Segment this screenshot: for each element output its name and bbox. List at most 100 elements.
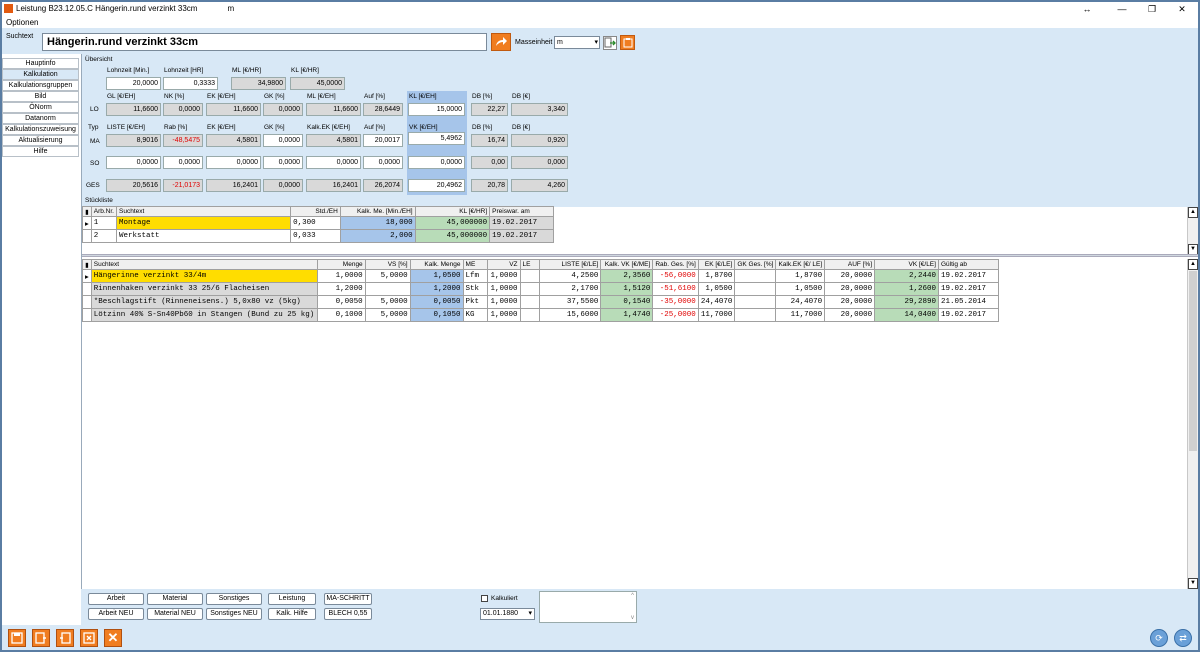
- cell: 19.02.2017: [937, 308, 1000, 322]
- cancel-icon[interactable]: ✕: [104, 629, 122, 647]
- ges-kalk-ek: 16,2401: [306, 179, 361, 192]
- ma-auf[interactable]: 20,0017: [363, 134, 403, 147]
- table-row[interactable]: Lötzinn 40% S-Sn40Pb60 in Stangen (Bund …: [82, 308, 1000, 322]
- cell[interactable]: 20,0000: [824, 269, 876, 283]
- scroll-thumb[interactable]: [1189, 271, 1197, 451]
- nav-item-aktualisierung[interactable]: Aktualisierung: [2, 135, 79, 146]
- save-icon[interactable]: [8, 629, 26, 647]
- ma-vk[interactable]: 5,4962: [408, 132, 465, 145]
- so-liste[interactable]: 0,0000: [106, 156, 161, 169]
- cell: -56,0000: [652, 269, 699, 283]
- ges-db-eur: 4,260: [511, 179, 568, 192]
- save-prev-icon[interactable]: [56, 629, 74, 647]
- cell[interactable]: 5,0000: [364, 308, 411, 322]
- lo-nk: 0,0000: [163, 103, 203, 116]
- close-button[interactable]: ✕: [1167, 2, 1197, 16]
- row-label-ges: GES: [86, 182, 100, 189]
- nav-item-kalkulation[interactable]: Kalkulation: [2, 69, 79, 80]
- lo-kl[interactable]: 15,0000: [408, 103, 465, 116]
- scroll-down-icon[interactable]: ▼: [1188, 578, 1198, 589]
- cell[interactable]: 0,300: [290, 216, 341, 230]
- cell[interactable]: 0,1000: [316, 308, 366, 322]
- cell[interactable]: [364, 282, 411, 296]
- cell[interactable]: Werkstatt: [115, 229, 292, 243]
- so-kalk-ek[interactable]: 0,0000: [306, 156, 361, 169]
- so-gk[interactable]: 0,0000: [263, 156, 303, 169]
- sync-icon[interactable]: ⇄: [1174, 629, 1192, 647]
- cell[interactable]: *Beschlagstift (Rinneneisens.) 5,0x80 vz…: [90, 295, 318, 309]
- sonstiges-button[interactable]: Sonstiges: [206, 593, 262, 605]
- ma-gk[interactable]: 0,0000: [263, 134, 303, 147]
- arbeit-button[interactable]: Arbeit: [88, 593, 144, 605]
- cell[interactable]: 1,2000: [316, 282, 366, 296]
- stueckliste-scrollbar[interactable]: ▲ ▼: [1187, 207, 1198, 256]
- cell[interactable]: Lötzinn 40% S-Sn40Pb60 in Stangen (Bund …: [90, 308, 318, 322]
- scroll-up-icon[interactable]: ▲: [1188, 259, 1198, 270]
- so-auf[interactable]: 0,0000: [363, 156, 403, 169]
- blech-button[interactable]: BLECH 0,55: [324, 608, 372, 620]
- cell: -51,6100: [652, 282, 699, 296]
- nav-item-bild[interactable]: Bild: [2, 91, 79, 102]
- sonstiges-neu-button[interactable]: Sonstiges NEU: [206, 608, 262, 620]
- arbeit-neu-button[interactable]: Arbeit NEU: [88, 608, 144, 620]
- leistung-button[interactable]: Leistung: [268, 593, 316, 605]
- so-ek[interactable]: 0,0000: [206, 156, 261, 169]
- save-next-icon[interactable]: [32, 629, 50, 647]
- menu-options[interactable]: Optionen: [6, 18, 38, 27]
- cell[interactable]: Hängerinne verzinkt 33/4m: [90, 269, 318, 283]
- nav-item-hauptinfo[interactable]: Hauptinfo: [2, 58, 79, 69]
- nav-item-hilfe[interactable]: Hilfe: [2, 146, 79, 157]
- so-rab[interactable]: 0,0000: [163, 156, 203, 169]
- app-icon: [4, 4, 13, 13]
- cell: 2,1700: [539, 282, 602, 296]
- col-rab-ges: Rab. Ges. [%]: [652, 259, 699, 270]
- cell[interactable]: 20,0000: [824, 295, 876, 309]
- material-button[interactable]: Material: [147, 593, 203, 605]
- cell[interactable]: 1,0000: [316, 269, 366, 283]
- cell[interactable]: Rinnenhaken verzinkt 33 25/6 Flacheisen: [90, 282, 318, 296]
- row-pointer-icon: ▸: [82, 269, 92, 283]
- nav-item-datanorm[interactable]: Datanorm: [2, 113, 79, 124]
- nav-item-kalkulationszuweisung[interactable]: Kalkulationszuweisung: [2, 124, 79, 135]
- field-lohnzeit-hr[interactable]: 0,3333: [163, 77, 218, 90]
- cell: 15,6000: [539, 308, 602, 322]
- date-value: 01.01.1880: [483, 610, 519, 617]
- cell[interactable]: 0,033: [290, 229, 341, 243]
- maximize-button[interactable]: ❐: [1137, 2, 1167, 16]
- search-input[interactable]: Hängerin.rund verzinkt 33cm: [42, 33, 487, 51]
- go-arrow-button[interactable]: [491, 33, 511, 51]
- material-neu-button[interactable]: Material NEU: [147, 608, 203, 620]
- export-icon[interactable]: [603, 36, 617, 50]
- ma-schritt-button[interactable]: MA-SCHRITT: [324, 593, 372, 605]
- table-row[interactable]: *Beschlagstift (Rinneneisens.) 5,0x80 vz…: [82, 295, 1000, 309]
- ges-vk[interactable]: 20,4962: [408, 179, 465, 192]
- nav-item-oenorm[interactable]: ÖNorm: [2, 102, 79, 113]
- notes-textarea[interactable]: ^ v: [539, 591, 637, 623]
- table-row[interactable]: ▸ Hängerinne verzinkt 33/4m 1,0000 5,000…: [82, 269, 1000, 283]
- table-row[interactable]: 2 Werkstatt 0,033 2,000 45,000000 19.02.…: [82, 229, 554, 243]
- kalkuliert-checkbox[interactable]: [481, 595, 488, 602]
- date-select[interactable]: 01.01.1880 ▾: [480, 608, 535, 620]
- clipboard-icon[interactable]: [620, 35, 635, 50]
- pin-icon[interactable]: ↔: [1072, 2, 1102, 16]
- save-close-icon[interactable]: [80, 629, 98, 647]
- nav-item-kalkulationsgruppen[interactable]: Kalkulationsgruppen: [2, 80, 79, 91]
- refresh-icon[interactable]: ⟳: [1150, 629, 1168, 647]
- cell[interactable]: 0,0050: [316, 295, 366, 309]
- scroll-up-icon[interactable]: ▲: [1188, 207, 1198, 218]
- cell: -25,0000: [652, 308, 699, 322]
- cell[interactable]: 5,0000: [364, 269, 411, 283]
- kalk-hilfe-button[interactable]: Kalk. Hilfe: [268, 608, 316, 620]
- minimize-button[interactable]: —: [1107, 2, 1137, 16]
- cell[interactable]: 20,0000: [824, 282, 876, 296]
- materials-scrollbar[interactable]: ▲ ▼: [1187, 259, 1198, 590]
- cell[interactable]: 20,0000: [824, 308, 876, 322]
- table-row[interactable]: ▸ 1 Montage 0,300 18,000 45,000000 19.02…: [82, 216, 554, 230]
- field-lohnzeit-min[interactable]: 20,0000: [106, 77, 161, 90]
- cell[interactable]: Montage: [115, 216, 292, 230]
- unit-select[interactable]: m ▾: [554, 36, 600, 49]
- cell[interactable]: 5,0000: [364, 295, 411, 309]
- table-row[interactable]: Rinnenhaken verzinkt 33 25/6 Flacheisen …: [82, 282, 1000, 296]
- so-vk[interactable]: 0,0000: [408, 156, 465, 169]
- splitter[interactable]: [82, 254, 1198, 257]
